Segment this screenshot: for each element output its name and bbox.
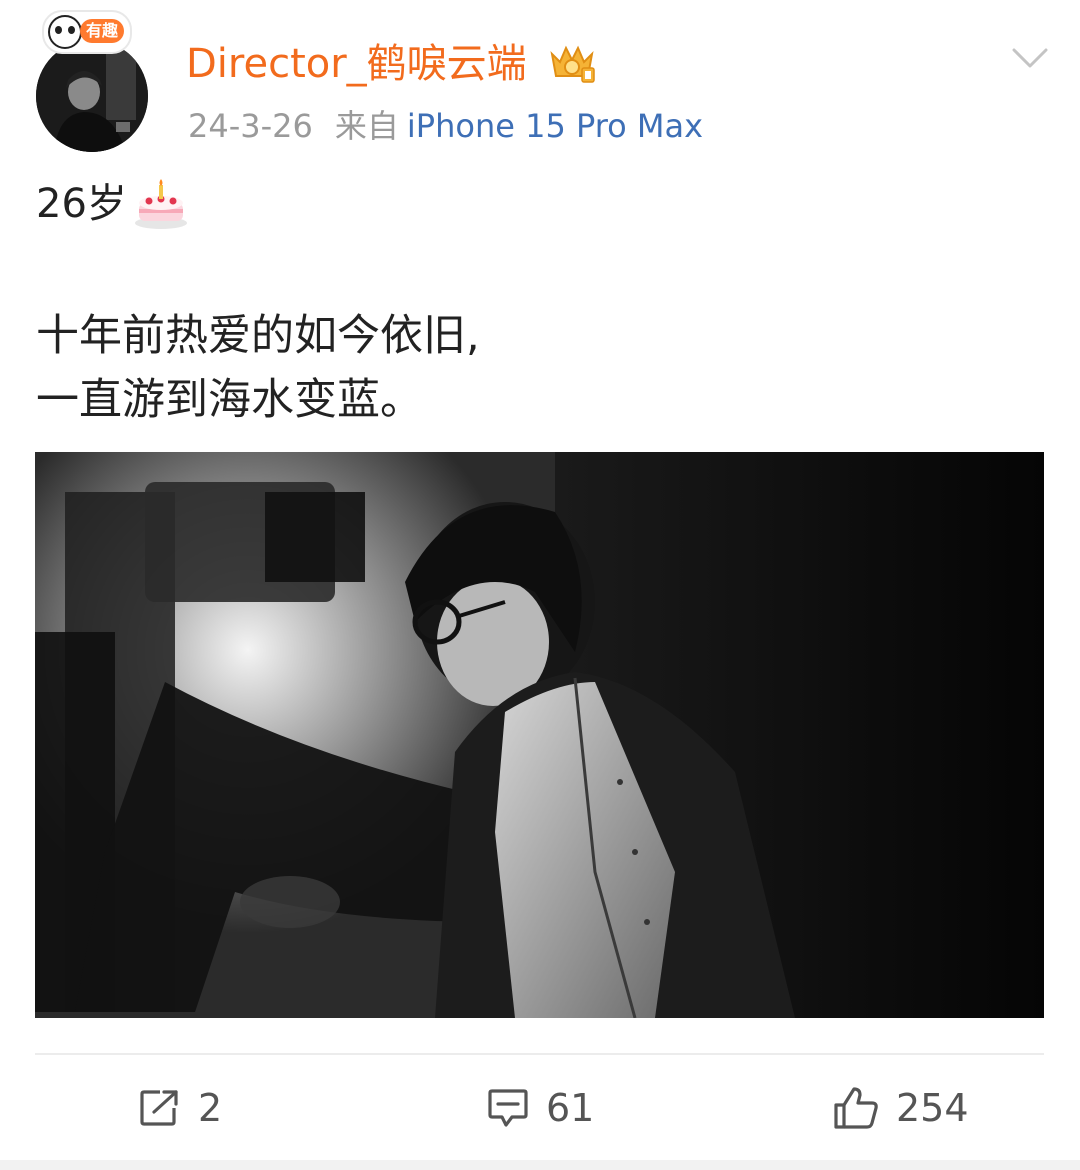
post-text-line-1: 26岁 [36, 176, 189, 232]
interest-badge: 有趣 [42, 10, 132, 54]
post-date: 24-3-26 [188, 107, 313, 145]
gold-crown-badge-icon[interactable] [546, 40, 598, 84]
chevron-down-icon[interactable] [1012, 44, 1048, 72]
like-count: 254 [896, 1086, 969, 1130]
comment-button[interactable]: 61 [486, 1080, 594, 1136]
birthday-cake-icon [134, 179, 187, 229]
age-text: 26岁 [36, 181, 127, 227]
source-label: 来自 [334, 107, 399, 145]
weibo-post: 有趣 Director_鹤唳云端 24-3-26 来自 iPhone 15 Pro … [0, 0, 1080, 1170]
comment-count: 61 [546, 1086, 595, 1130]
post-photo[interactable] [35, 452, 1044, 1018]
repost-count: 2 [198, 1086, 223, 1130]
post-meta: 24-3-26 来自 iPhone 15 Pro Max [188, 102, 703, 150]
username[interactable]: Director_鹤唳云端 [186, 36, 527, 92]
comment-icon [488, 1089, 528, 1127]
avatar-photo [36, 40, 148, 152]
divider [35, 1053, 1044, 1055]
bottom-separator [0, 1160, 1080, 1170]
thumbs-up-icon [834, 1087, 878, 1129]
post-text-line-2: 十年前热爱的如今依旧, [36, 311, 480, 361]
panda-icon [48, 15, 82, 49]
post-text-line-3: 一直游到海水变蓝。 [36, 375, 423, 425]
repost-button[interactable]: 2 [138, 1080, 222, 1136]
like-button[interactable]: 254 [832, 1080, 969, 1136]
avatar-container[interactable]: 有趣 [36, 10, 154, 152]
photo-image [35, 452, 1044, 1018]
badge-label: 有趣 [80, 19, 125, 43]
avatar[interactable] [36, 40, 148, 152]
share-icon [140, 1090, 178, 1126]
device-link[interactable]: iPhone 15 Pro Max [407, 107, 703, 145]
